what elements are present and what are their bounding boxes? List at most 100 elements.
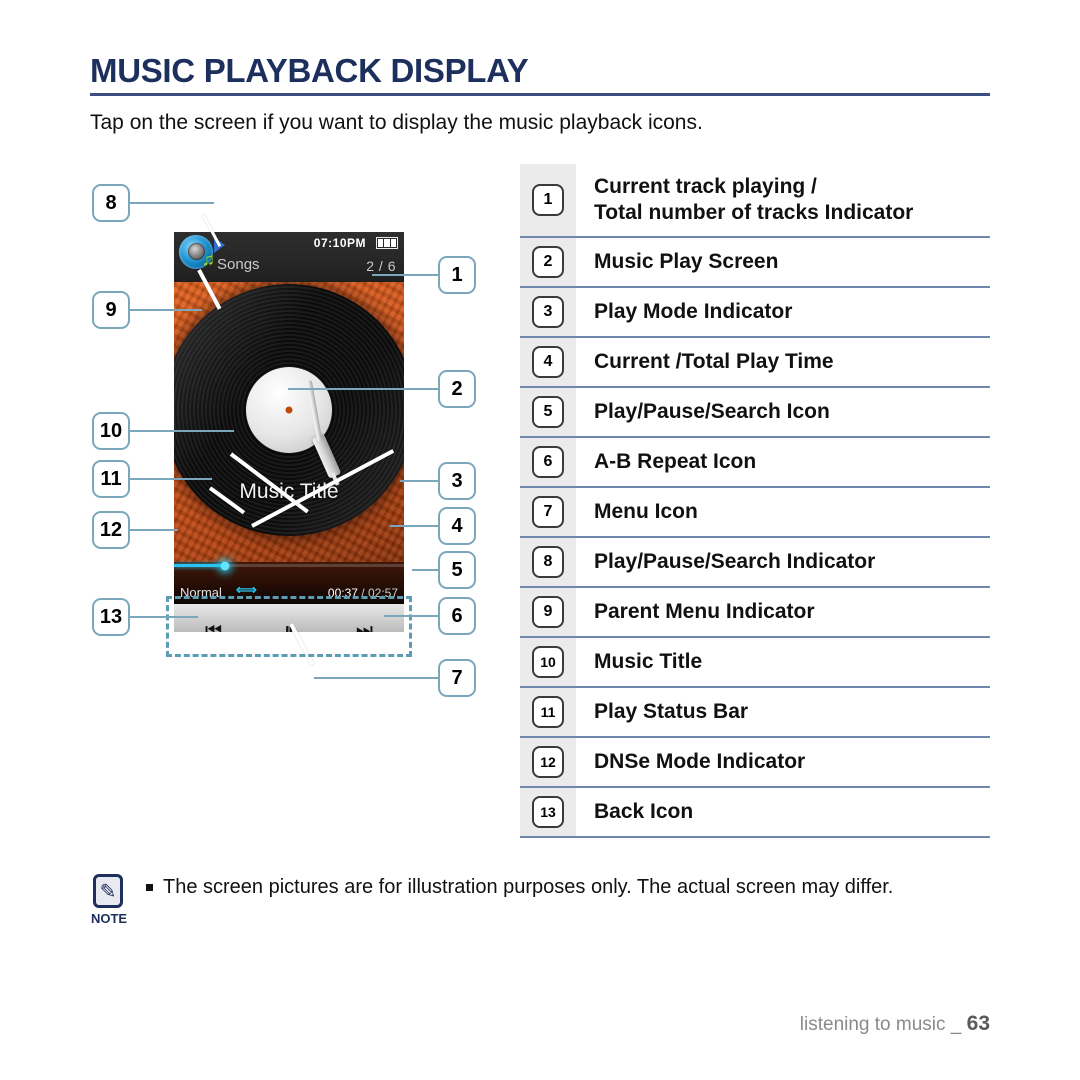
play-status-fill <box>174 564 225 567</box>
page-title: MUSIC PLAYBACK DISPLAY <box>90 52 529 89</box>
music-note-icon: ♫ <box>202 250 215 269</box>
legend-label: Play/Pause/Search Indicator <box>594 549 876 573</box>
note-icon: ✎ <box>93 874 123 908</box>
legend-number-cell: 6 <box>520 438 576 486</box>
legend-row: 6 A-B Repeat Icon <box>520 438 990 488</box>
legend-badge: 10 <box>532 646 564 678</box>
callout-badge-9: 9 <box>92 291 130 329</box>
legend-badge: 5 <box>532 396 564 428</box>
legend-row: 7 Menu Icon <box>520 488 990 538</box>
callout-badge-7: 7 <box>438 659 476 697</box>
legend-label: Music Play Screen <box>594 249 779 273</box>
legend-number-cell: 11 <box>520 688 576 736</box>
legend-label: Back Icon <box>594 799 694 823</box>
legend-row: 11 Play Status Bar <box>520 688 990 738</box>
track-counter-indicator: 2 / 6 <box>366 258 396 274</box>
legend-row: 13 Back Icon <box>520 788 990 838</box>
callout-badge-5: 5 <box>438 551 476 589</box>
music-play-screen[interactable] <box>174 282 404 562</box>
status-clock: 07:10PM <box>313 236 366 250</box>
legend-number-cell: 9 <box>520 588 576 636</box>
legend-label: DNSe Mode Indicator <box>594 749 806 773</box>
legend-label: Play Status Bar <box>594 699 749 723</box>
callout-leader-3 <box>400 480 438 482</box>
legend-badge: 11 <box>532 696 564 728</box>
legend-badge: 3 <box>532 296 564 328</box>
legend-badge: 4 <box>532 346 564 378</box>
battery-icon <box>376 237 398 249</box>
legend-badge: 8 <box>532 546 564 578</box>
callout-leader-5 <box>412 569 438 571</box>
intro-text: Tap on the screen if you want to display… <box>90 111 703 134</box>
legend-label: Music Title <box>594 649 703 673</box>
callout-badge-13: 13 <box>92 598 130 636</box>
legend-number-cell: 5 <box>520 388 576 436</box>
legend-row: 9 Parent Menu Indicator <box>520 588 990 638</box>
callout-badge-4: 4 <box>438 507 476 545</box>
play-status-bar[interactable] <box>174 561 404 570</box>
legend-label: Current /Total Play Time <box>594 349 834 373</box>
legend-label: Play Mode Indicator <box>594 299 793 323</box>
callout-leader-11 <box>130 478 212 480</box>
page-footer: listening to music _ 63 <box>800 1012 990 1036</box>
callout-badge-11: 11 <box>92 460 130 498</box>
transport-callout-box <box>166 596 412 657</box>
play-status-handle[interactable] <box>220 561 230 570</box>
callout-leader-6 <box>384 615 438 617</box>
footer-chapter: listening to music _ <box>799 1014 962 1035</box>
note-text: The screen pictures are for illustration… <box>163 876 894 898</box>
legend-label: Current track playing / Total number of … <box>594 174 914 224</box>
legend-badge: 6 <box>532 446 564 478</box>
legend-number-cell: 13 <box>520 788 576 836</box>
legend-row: 8 Play/Pause/Search Indicator <box>520 538 990 588</box>
legend-badge: 7 <box>532 496 564 528</box>
parent-menu-indicator: Songs <box>217 256 260 273</box>
legend-row: 10 Music Title <box>520 638 990 688</box>
legend-badge: 13 <box>532 796 564 828</box>
legend-badge: 2 <box>532 246 564 278</box>
callout-leader-4 <box>390 525 438 527</box>
callout-badge-3: 3 <box>438 462 476 500</box>
legend-row: 3 Play Mode Indicator <box>520 288 990 338</box>
callout-badge-1: 1 <box>438 256 476 294</box>
legend-badge: 1 <box>532 184 564 216</box>
legend-number-cell: 2 <box>520 238 576 286</box>
legend-badge: 9 <box>532 596 564 628</box>
legend-label: Menu Icon <box>594 499 698 523</box>
callout-leader-10 <box>130 430 234 432</box>
legend-number-cell: 3 <box>520 288 576 336</box>
legend-label: Play/Pause/Search Icon <box>594 399 830 423</box>
legend-number-cell: 10 <box>520 638 576 686</box>
callout-leader-13 <box>130 616 198 618</box>
callout-leader-9 <box>130 309 202 311</box>
legend-row: 2 Music Play Screen <box>520 238 990 288</box>
legend-row: 1 Current track playing / Total number o… <box>520 164 990 238</box>
legend-row: 12 DNSe Mode Indicator <box>520 738 990 788</box>
callout-leader-7 <box>314 677 438 679</box>
callout-badge-2: 2 <box>438 370 476 408</box>
note-bullet-marker <box>146 884 153 891</box>
note-icon-label: NOTE <box>90 911 128 926</box>
legend-label: A-B Repeat Icon <box>594 449 757 473</box>
legend-badge: 12 <box>532 746 564 778</box>
footer-page-number: 63 <box>966 1012 990 1035</box>
device-status-bar: ♫ 07:10PM Songs 2 / 6 <box>174 232 404 282</box>
legend-label: Parent Menu Indicator <box>594 599 815 623</box>
music-app-logo-icon: ♫ <box>179 235 215 269</box>
legend-number-cell: 12 <box>520 738 576 786</box>
title-divider <box>90 93 990 96</box>
legend-row: 4 Current /Total Play Time <box>520 338 990 388</box>
legend-row: 5 Play/Pause/Search Icon <box>520 388 990 438</box>
callout-badge-6: 6 <box>438 597 476 635</box>
legend-number-cell: 7 <box>520 488 576 536</box>
legend-number-cell: 8 <box>520 538 576 586</box>
callout-leader-8 <box>130 202 214 204</box>
legend-number-cell: 1 <box>520 164 576 236</box>
callout-badge-8: 8 <box>92 184 130 222</box>
legend-table: 1 Current track playing / Total number o… <box>520 162 990 838</box>
callout-badge-10: 10 <box>92 412 130 450</box>
legend-number-cell: 4 <box>520 338 576 386</box>
callout-leader-2 <box>288 388 438 390</box>
callout-leader-1 <box>372 274 438 276</box>
callout-leader-12 <box>130 529 178 531</box>
